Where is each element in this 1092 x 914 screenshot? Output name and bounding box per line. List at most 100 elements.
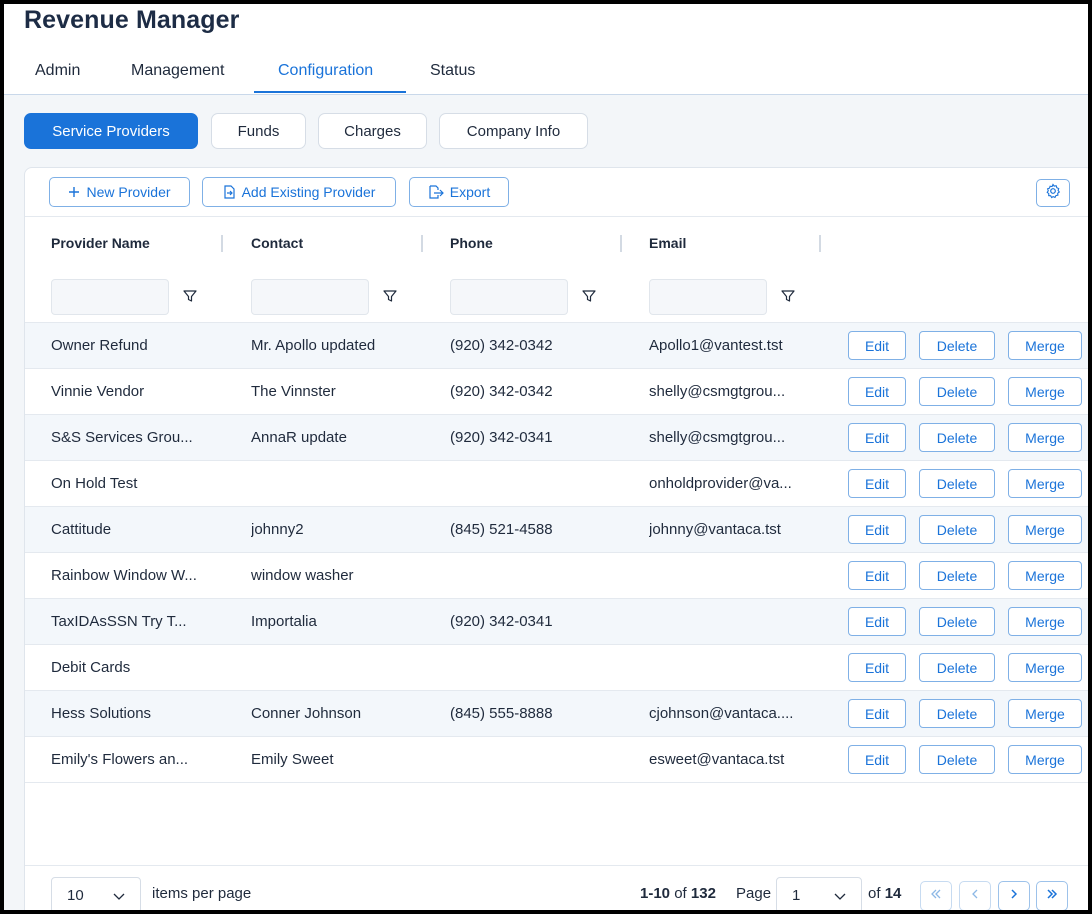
app-window: Revenue Manager Admin Management Configu…	[4, 4, 1088, 910]
table-row: Vinnie Vendor The Vinnster (920) 342-034…	[25, 369, 1088, 415]
cell-contact: Importalia	[251, 613, 317, 630]
edit-button[interactable]: Edit	[848, 515, 906, 544]
cell-contact: Emily Sweet	[251, 751, 334, 768]
cell-email: shelly@csmgtgrou...	[649, 429, 786, 446]
cell-email	[649, 599, 824, 644]
filter-input-phone[interactable]	[450, 279, 568, 315]
gear-icon	[1045, 182, 1061, 204]
cell-phone	[450, 645, 620, 690]
delete-button[interactable]: Delete	[919, 423, 995, 452]
column-resize-handle[interactable]	[620, 235, 622, 252]
delete-button[interactable]: Delete	[919, 699, 995, 728]
add-existing-provider-label: Add Existing Provider	[241, 184, 376, 200]
edit-button[interactable]: Edit	[848, 561, 906, 590]
filter-input-provider-name[interactable]	[51, 279, 169, 315]
table-row: On Hold Test onholdprovider@va... Edit D…	[25, 461, 1088, 507]
cell-provider-name: Emily's Flowers an...	[51, 751, 189, 768]
cell-email: esweet@vantaca.tst	[649, 751, 785, 768]
edit-button[interactable]: Edit	[848, 469, 906, 498]
prev-page-button[interactable]	[959, 881, 991, 910]
pager-range: 1-10	[640, 885, 671, 902]
delete-button[interactable]: Delete	[919, 331, 995, 360]
merge-button[interactable]: Merge	[1008, 515, 1082, 544]
column-header-contact[interactable]: Contact	[251, 235, 303, 251]
delete-button[interactable]: Delete	[919, 469, 995, 498]
toolbar-divider	[25, 216, 1088, 217]
delete-button[interactable]: Delete	[919, 377, 995, 406]
cell-contact: johnny2	[251, 521, 304, 538]
tab-status[interactable]: Status	[430, 62, 475, 80]
page-number-select[interactable]: 1	[776, 877, 862, 910]
settings-button[interactable]	[1036, 179, 1070, 207]
cell-provider-name: Owner Refund	[51, 337, 148, 354]
delete-button[interactable]: Delete	[919, 607, 995, 636]
column-header-phone[interactable]: Phone	[450, 235, 493, 251]
subtab-funds[interactable]: Funds	[211, 113, 306, 149]
merge-button[interactable]: Merge	[1008, 331, 1082, 360]
page-size-select[interactable]: 10	[51, 877, 141, 910]
tab-admin[interactable]: Admin	[35, 62, 80, 80]
merge-button[interactable]: Merge	[1008, 699, 1082, 728]
cell-phone: (920) 342-0341	[450, 613, 553, 630]
pager-total-pages: of 14	[868, 885, 901, 902]
column-resize-handle[interactable]	[421, 235, 423, 252]
page-label: Page	[736, 885, 772, 902]
delete-button[interactable]: Delete	[919, 515, 995, 544]
table-row: Debit Cards Edit Delete Merge	[25, 645, 1088, 691]
export-button[interactable]: Export	[409, 177, 509, 207]
items-per-page-label: items per page	[152, 885, 252, 902]
subtab-service-providers[interactable]: Service Providers	[24, 113, 198, 149]
cell-email: Apollo1@vantest.tst	[649, 337, 783, 354]
next-page-button[interactable]	[998, 881, 1030, 910]
cell-contact: Mr. Apollo updated	[251, 337, 376, 354]
merge-button[interactable]: Merge	[1008, 377, 1082, 406]
export-label: Export	[449, 184, 491, 200]
edit-button[interactable]: Edit	[848, 607, 906, 636]
subtab-charges[interactable]: Charges	[318, 113, 427, 149]
subtab-company-info[interactable]: Company Info	[439, 113, 588, 149]
edit-button[interactable]: Edit	[848, 331, 906, 360]
column-resize-handle[interactable]	[819, 235, 821, 252]
first-page-button[interactable]	[920, 881, 952, 910]
app-title: Revenue Manager	[24, 6, 240, 34]
add-existing-icon	[223, 185, 236, 199]
merge-button[interactable]: Merge	[1008, 607, 1082, 636]
tab-configuration[interactable]: Configuration	[278, 62, 373, 80]
edit-button[interactable]: Edit	[848, 653, 906, 682]
filter-icon[interactable]	[780, 288, 796, 304]
filter-icon[interactable]	[581, 288, 597, 304]
filter-input-email[interactable]	[649, 279, 767, 315]
last-page-button[interactable]	[1036, 881, 1068, 910]
table-row: S&S Services Grou... AnnaR update (920) …	[25, 415, 1088, 461]
edit-button[interactable]: Edit	[848, 699, 906, 728]
new-provider-button[interactable]: New Provider	[49, 177, 190, 207]
add-existing-provider-button[interactable]: Add Existing Provider	[202, 177, 396, 207]
column-header-email[interactable]: Email	[649, 235, 686, 251]
chevron-down-icon	[833, 889, 847, 907]
merge-button[interactable]: Merge	[1008, 561, 1082, 590]
column-header-provider-name[interactable]: Provider Name	[51, 235, 150, 251]
merge-button[interactable]: Merge	[1008, 745, 1082, 774]
filter-input-contact[interactable]	[251, 279, 369, 315]
cell-phone	[450, 461, 620, 506]
cell-email	[649, 645, 824, 690]
edit-button[interactable]: Edit	[848, 745, 906, 774]
merge-button[interactable]: Merge	[1008, 469, 1082, 498]
new-provider-label: New Provider	[86, 184, 171, 200]
filter-icon[interactable]	[182, 288, 198, 304]
cell-provider-name: S&S Services Grou...	[51, 429, 193, 446]
total-pages-value: 14	[884, 885, 902, 902]
chevron-down-icon	[112, 889, 126, 907]
delete-button[interactable]: Delete	[919, 653, 995, 682]
column-resize-handle[interactable]	[221, 235, 223, 252]
filter-icon[interactable]	[382, 288, 398, 304]
tab-management[interactable]: Management	[131, 62, 224, 80]
edit-button[interactable]: Edit	[848, 377, 906, 406]
pager-of: of	[674, 885, 687, 902]
delete-button[interactable]: Delete	[919, 561, 995, 590]
cell-contact	[251, 461, 421, 506]
delete-button[interactable]: Delete	[919, 745, 995, 774]
merge-button[interactable]: Merge	[1008, 423, 1082, 452]
merge-button[interactable]: Merge	[1008, 653, 1082, 682]
edit-button[interactable]: Edit	[848, 423, 906, 452]
